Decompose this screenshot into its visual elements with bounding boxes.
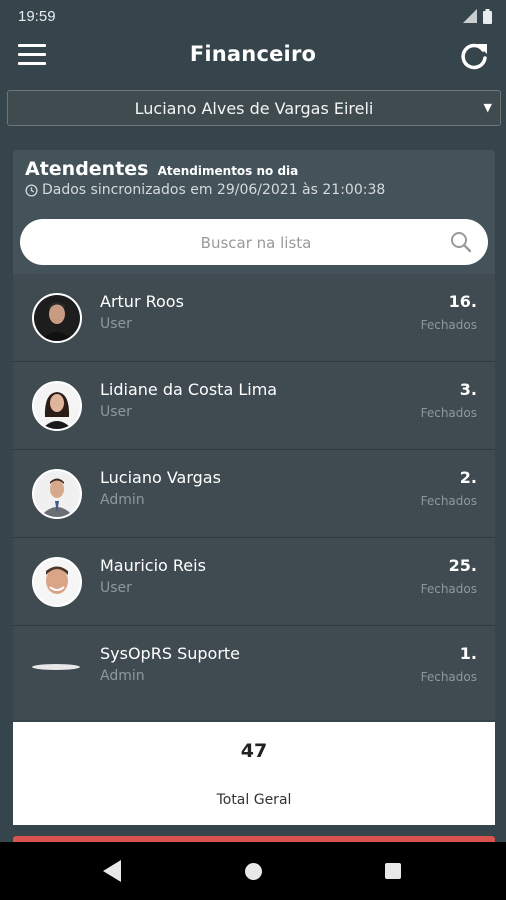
list-item[interactable]: SysOpRS Suporte Admin 1. Fechados xyxy=(13,626,495,713)
attendant-role: User xyxy=(100,316,132,332)
attendants-card: Atendentes Atendimentos no dia Dados sin… xyxy=(13,150,495,720)
attendant-count: 2. xyxy=(459,468,477,487)
company-select-value: Luciano Alves de Vargas Eireli xyxy=(134,98,374,118)
status-bar: 19:59 xyxy=(0,0,506,32)
dropdown-caret-icon: ▼ xyxy=(483,101,492,114)
attendant-count: 16. xyxy=(448,292,477,311)
avatar xyxy=(32,293,82,343)
search-icon[interactable] xyxy=(450,231,472,253)
page-title: Financeiro xyxy=(189,42,317,66)
attendant-count-label: Fechados xyxy=(420,582,477,596)
sync-info: Dados sincronizados em 29/06/2021 às 21:… xyxy=(25,182,385,198)
attendant-role: User xyxy=(100,580,132,596)
attendant-role: Admin xyxy=(100,668,145,684)
status-time: 19:59 xyxy=(18,7,56,25)
app-bar: Financeiro xyxy=(0,32,506,82)
attendant-name: Artur Roos xyxy=(100,292,184,311)
avatar xyxy=(32,557,82,607)
total-value: 47 xyxy=(240,740,268,762)
section-subtitle: Atendimentos no dia xyxy=(157,164,299,178)
section-title-main: Atendentes xyxy=(25,158,149,180)
system-nav-bar xyxy=(0,842,506,900)
attendant-name: Lidiane da Costa Lima xyxy=(100,380,278,399)
list-item[interactable]: Luciano Vargas Admin 2. Fechados xyxy=(13,450,495,538)
attendant-count: 1. xyxy=(459,644,477,663)
attendants-list: Artur Roos User 16. Fechados Lidiane da … xyxy=(13,274,495,713)
total-card: 47 Total Geral xyxy=(13,722,495,825)
section-title: Atendentes Atendimentos no dia xyxy=(25,158,298,180)
attendant-role: User xyxy=(100,404,132,420)
avatar xyxy=(32,664,80,670)
attendant-count-label: Fechados xyxy=(420,670,477,684)
signal-icon xyxy=(463,9,477,23)
attendant-count-label: Fechados xyxy=(420,318,477,332)
attendant-count-label: Fechados xyxy=(420,494,477,508)
attendant-name: SysOpRS Suporte xyxy=(100,644,241,663)
avatar xyxy=(32,381,82,431)
search-bar xyxy=(20,219,492,267)
list-item[interactable]: Artur Roos User 16. Fechados xyxy=(13,274,495,362)
home-icon[interactable] xyxy=(245,863,262,880)
list-item[interactable]: Lidiane da Costa Lima User 3. Fechados xyxy=(13,362,495,450)
back-icon[interactable] xyxy=(103,860,121,882)
search-input[interactable] xyxy=(20,219,492,267)
attendant-count: 25. xyxy=(448,556,477,575)
attendant-count: 3. xyxy=(459,380,477,399)
attendant-name: Mauricio Reis xyxy=(100,556,206,575)
attendant-count-label: Fechados xyxy=(420,406,477,420)
battery-icon xyxy=(483,8,492,24)
status-icons xyxy=(463,8,492,24)
avatar xyxy=(32,469,82,519)
attendant-role: Admin xyxy=(100,492,145,508)
card-header: Atendentes Atendimentos no dia Dados sin… xyxy=(13,150,495,274)
company-select[interactable]: Luciano Alves de Vargas Eireli ▼ xyxy=(7,90,501,126)
list-item[interactable]: Mauricio Reis User 25. Fechados xyxy=(13,538,495,626)
refresh-icon[interactable] xyxy=(458,40,490,72)
total-label: Total Geral xyxy=(216,792,292,808)
sync-text: Dados sincronizados em 29/06/2021 às 21:… xyxy=(42,182,386,198)
clock-icon xyxy=(25,183,38,197)
attendant-name: Luciano Vargas xyxy=(100,468,221,487)
recents-icon[interactable] xyxy=(385,863,401,879)
